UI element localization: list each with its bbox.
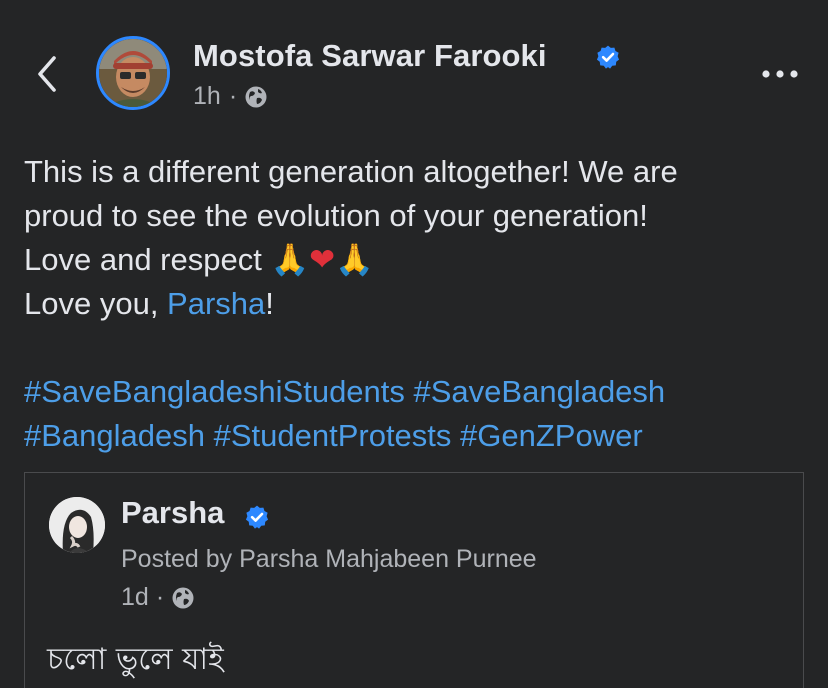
chevron-left-icon <box>38 56 56 92</box>
heart-emoji: ❤ <box>309 242 336 278</box>
meta-separator: · <box>155 583 165 611</box>
shared-author-name[interactable]: Parsha <box>121 495 224 531</box>
shared-post-text: চলো ভুলে যাই <box>47 642 224 677</box>
back-button[interactable] <box>30 52 64 96</box>
post-text-line-3: Love and respect 🙏❤🙏 <box>24 238 814 282</box>
author-name[interactable]: Mostofa Sarwar Farooki <box>193 38 547 74</box>
more-options-button[interactable] <box>758 62 802 86</box>
post-text: This is a different generation altogethe… <box>24 150 814 458</box>
meta-separator: · <box>228 82 238 110</box>
love-you-suffix: ! <box>265 286 274 321</box>
verified-badge-icon <box>596 45 620 69</box>
post-text-line-1: This is a different generation altogethe… <box>24 154 678 189</box>
hashtags-line-2[interactable]: #Bangladesh #StudentProtests #GenZPower <box>24 414 814 458</box>
avatar-image <box>99 39 167 107</box>
avatar-image <box>49 497 105 553</box>
post-time[interactable]: 1h <box>193 82 221 111</box>
posted-by-text: Posted by Parsha Mahjabeen Purnee <box>121 545 537 573</box>
shared-post-meta: 1d · <box>121 583 195 612</box>
globe-icon <box>245 86 267 107</box>
post-text-line-4: Love you, Parsha! <box>24 282 814 326</box>
post-page: Mostofa Sarwar Farooki 1h · This is a di… <box>0 0 828 688</box>
post-text-line-2: proud to see the evolution of your gener… <box>24 198 648 233</box>
globe-icon <box>172 587 194 608</box>
shared-post-time[interactable]: 1d <box>121 583 149 612</box>
love-respect-text: Love and respect <box>24 242 262 277</box>
verified-badge-icon <box>245 505 269 529</box>
love-you-text: Love you, <box>24 286 168 321</box>
shared-author-avatar[interactable] <box>49 497 105 553</box>
pray-emoji: 🙏 <box>335 242 374 278</box>
mention-link[interactable]: Parsha <box>167 286 265 321</box>
more-horizontal-icon <box>762 70 798 78</box>
shared-post-card[interactable]: Parsha Posted by Parsha Mahjabeen Purnee… <box>24 472 804 688</box>
post-meta: 1h · <box>193 82 268 111</box>
pray-emoji: 🙏 <box>270 242 310 278</box>
hashtags-line-1[interactable]: #SaveBangladeshiStudents #SaveBangladesh <box>24 370 814 414</box>
author-avatar[interactable] <box>96 36 170 110</box>
